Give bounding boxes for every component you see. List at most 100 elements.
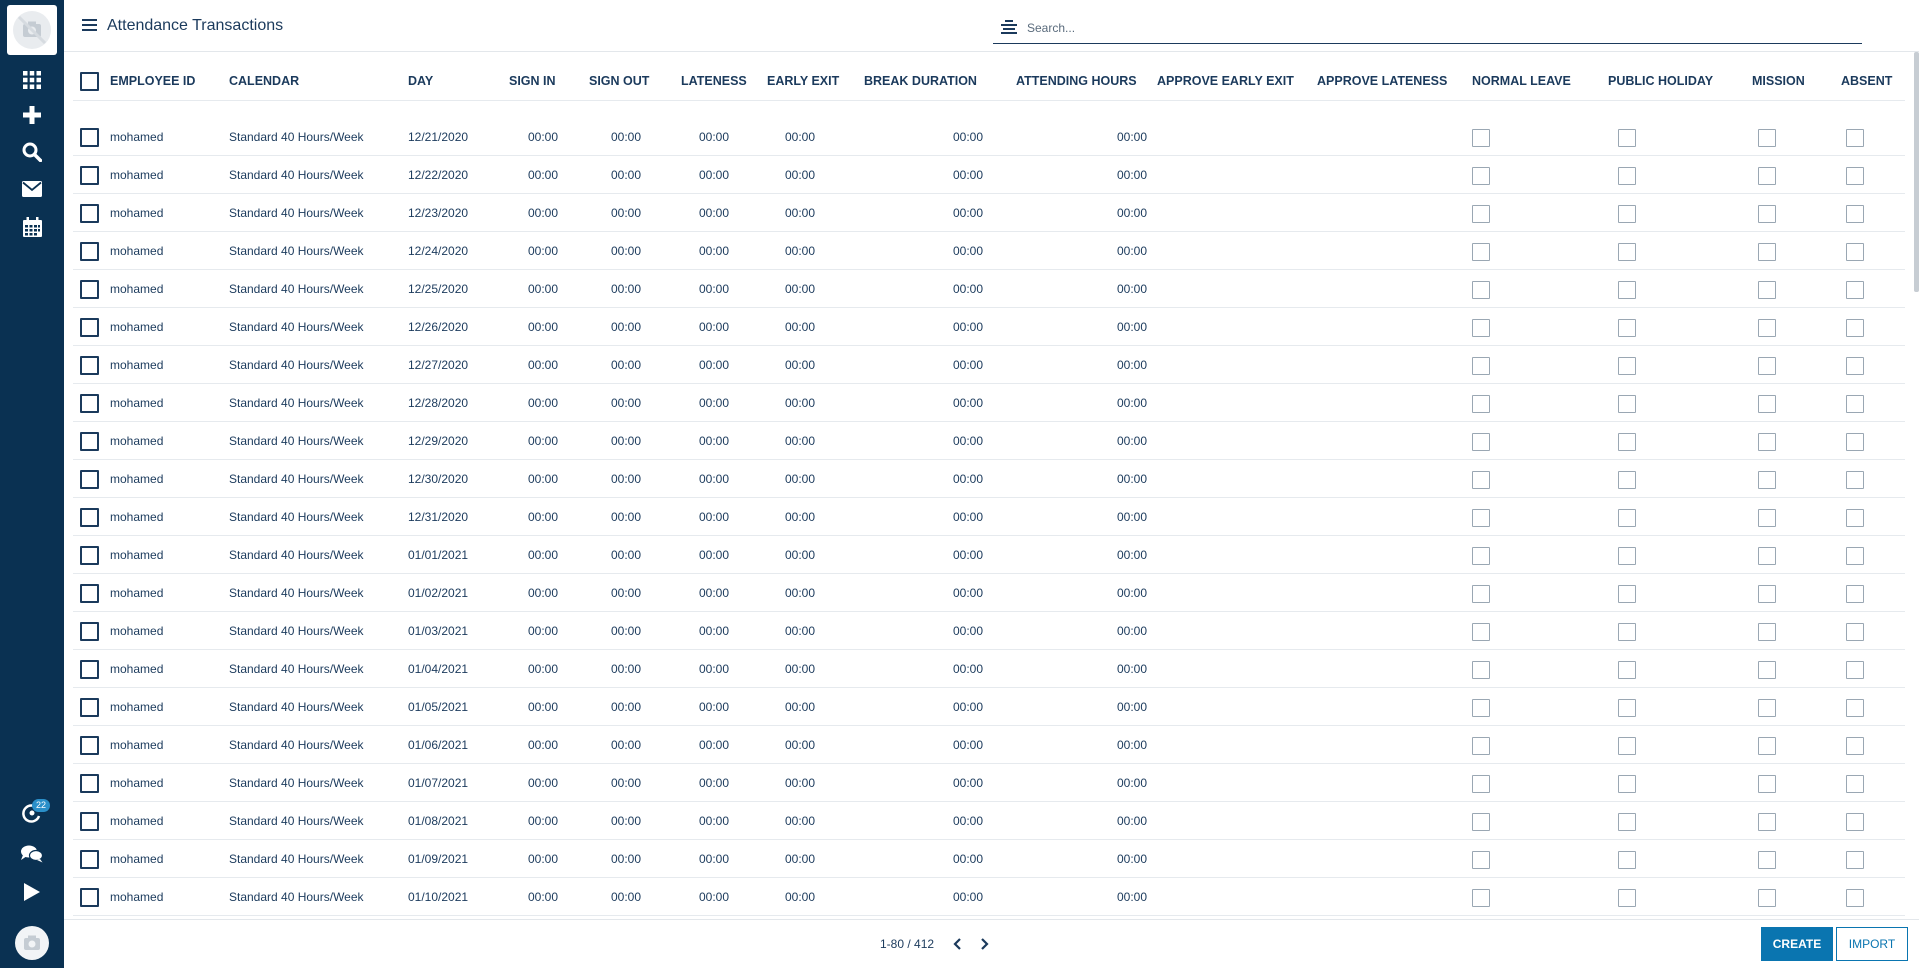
normal-leave-checkbox[interactable] [1472,851,1490,869]
public-holiday-checkbox[interactable] [1618,205,1636,223]
table-row[interactable]: mohamed Standard 40 Hours/Week 01/10/2021 0… [73,878,1905,916]
public-holiday-checkbox[interactable] [1618,509,1636,527]
mission-checkbox[interactable] [1758,471,1776,489]
search-input[interactable] [1027,18,1847,38]
mission-checkbox[interactable] [1758,585,1776,603]
absent-checkbox[interactable] [1846,813,1864,831]
user-avatar[interactable] [15,926,49,960]
absent-checkbox[interactable] [1846,129,1864,147]
public-holiday-checkbox[interactable] [1618,775,1636,793]
row-select-checkbox[interactable] [80,736,99,755]
normal-leave-checkbox[interactable] [1472,205,1490,223]
calendar-icon[interactable] [0,211,64,243]
column-header-public-holiday[interactable]: PUBLIC HOLIDAY [1608,61,1713,101]
normal-leave-checkbox[interactable] [1472,395,1490,413]
mission-checkbox[interactable] [1758,661,1776,679]
chat-icon[interactable] [0,838,64,870]
absent-checkbox[interactable] [1846,547,1864,565]
row-select-checkbox[interactable] [80,546,99,565]
mission-checkbox[interactable] [1758,737,1776,755]
row-select-checkbox[interactable] [80,128,99,147]
table-row[interactable]: mohamed Standard 40 Hours/Week 01/08/2021 0… [73,802,1905,840]
table-row[interactable]: mohamed Standard 40 Hours/Week 01/07/2021 0… [73,764,1905,802]
public-holiday-checkbox[interactable] [1618,585,1636,603]
vertical-scrollbar[interactable] [1914,52,1919,292]
normal-leave-checkbox[interactable] [1472,129,1490,147]
row-select-checkbox[interactable] [80,356,99,375]
plus-icon[interactable] [0,99,64,131]
normal-leave-checkbox[interactable] [1472,661,1490,679]
absent-checkbox[interactable] [1846,243,1864,261]
normal-leave-checkbox[interactable] [1472,243,1490,261]
table-row[interactable]: mohamed Standard 40 Hours/Week 12/27/2020 0… [73,346,1905,384]
filter-icon[interactable] [1001,20,1017,41]
row-select-checkbox[interactable] [80,508,99,527]
column-header-day[interactable]: DAY [408,61,433,101]
public-holiday-checkbox[interactable] [1618,395,1636,413]
mission-checkbox[interactable] [1758,357,1776,375]
import-button[interactable]: IMPORT [1836,927,1908,961]
absent-checkbox[interactable] [1846,319,1864,337]
absent-checkbox[interactable] [1846,851,1864,869]
column-header-approve-early-exit[interactable]: APPROVE EARLY EXIT [1157,61,1294,101]
table-row[interactable]: mohamed Standard 40 Hours/Week 12/26/2020 0… [73,308,1905,346]
normal-leave-checkbox[interactable] [1472,547,1490,565]
row-select-checkbox[interactable] [80,280,99,299]
mission-checkbox[interactable] [1758,129,1776,147]
normal-leave-checkbox[interactable] [1472,813,1490,831]
absent-checkbox[interactable] [1846,433,1864,451]
envelope-icon[interactable] [0,173,64,205]
public-holiday-checkbox[interactable] [1618,699,1636,717]
table-row[interactable]: mohamed Standard 40 Hours/Week 12/23/2020 0… [73,194,1905,232]
row-select-checkbox[interactable] [80,888,99,907]
mission-checkbox[interactable] [1758,851,1776,869]
mission-checkbox[interactable] [1758,623,1776,641]
row-select-checkbox[interactable] [80,850,99,869]
column-header-sign-in[interactable]: SIGN IN [509,61,556,101]
mission-checkbox[interactable] [1758,547,1776,565]
normal-leave-checkbox[interactable] [1472,357,1490,375]
row-select-checkbox[interactable] [80,812,99,831]
public-holiday-checkbox[interactable] [1618,851,1636,869]
column-header-attending-hours[interactable]: ATTENDING HOURS [1016,61,1137,101]
table-row[interactable]: mohamed Standard 40 Hours/Week 01/05/2021 0… [73,688,1905,726]
chevron-left-icon[interactable] [949,936,965,952]
mission-checkbox[interactable] [1758,509,1776,527]
mission-checkbox[interactable] [1758,281,1776,299]
row-select-checkbox[interactable] [80,660,99,679]
mission-checkbox[interactable] [1758,205,1776,223]
mission-checkbox[interactable] [1758,319,1776,337]
table-row[interactable]: mohamed Standard 40 Hours/Week 01/02/2021 0… [73,574,1905,612]
absent-checkbox[interactable] [1846,623,1864,641]
normal-leave-checkbox[interactable] [1472,167,1490,185]
public-holiday-checkbox[interactable] [1618,471,1636,489]
column-header-sign-out[interactable]: SIGN OUT [589,61,649,101]
normal-leave-checkbox[interactable] [1472,889,1490,907]
play-icon[interactable] [0,876,64,908]
public-holiday-checkbox[interactable] [1618,737,1636,755]
search-icon[interactable] [0,136,64,168]
column-header-early-exit[interactable]: EARLY EXIT [767,61,839,101]
absent-checkbox[interactable] [1846,661,1864,679]
hamburger-menu-icon[interactable] [82,18,98,34]
absent-checkbox[interactable] [1846,471,1864,489]
create-button[interactable]: CREATE [1761,927,1833,961]
public-holiday-checkbox[interactable] [1618,623,1636,641]
row-select-checkbox[interactable] [80,166,99,185]
column-header-break-duration[interactable]: BREAK DURATION [864,61,977,101]
public-holiday-checkbox[interactable] [1618,129,1636,147]
mission-checkbox[interactable] [1758,813,1776,831]
company-logo[interactable] [7,5,57,55]
public-holiday-checkbox[interactable] [1618,167,1636,185]
public-holiday-checkbox[interactable] [1618,889,1636,907]
row-select-checkbox[interactable] [80,394,99,413]
chevron-right-icon[interactable] [977,936,993,952]
mission-checkbox[interactable] [1758,433,1776,451]
row-select-checkbox[interactable] [80,622,99,641]
normal-leave-checkbox[interactable] [1472,775,1490,793]
public-holiday-checkbox[interactable] [1618,357,1636,375]
public-holiday-checkbox[interactable] [1618,243,1636,261]
row-select-checkbox[interactable] [80,204,99,223]
absent-checkbox[interactable] [1846,737,1864,755]
mission-checkbox[interactable] [1758,775,1776,793]
